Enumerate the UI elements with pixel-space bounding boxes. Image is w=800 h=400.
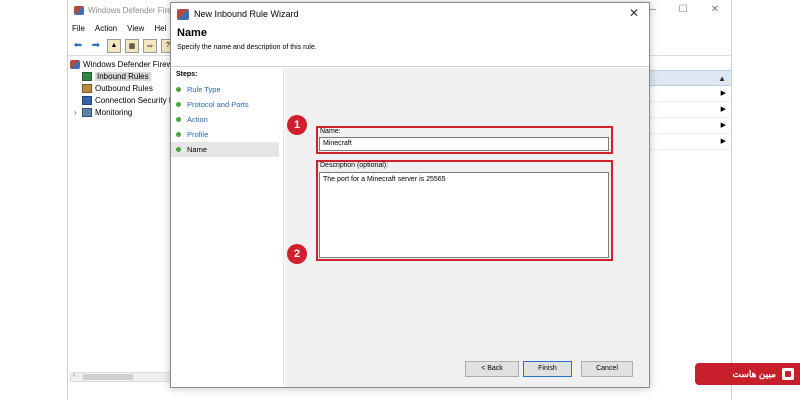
chevron-right-icon[interactable]: › [74, 108, 82, 117]
step-label: Action [187, 115, 208, 124]
finish-button[interactable]: Finish [523, 361, 572, 377]
maximize-button[interactable]: ☐ [667, 0, 699, 20]
step-protocol-and-ports[interactable]: Protocol and Ports [171, 97, 283, 112]
screen: Windows Defender Firev — ☐ ✕ File Action… [0, 0, 800, 400]
tree-item-label: Outbound Rules [95, 83, 153, 93]
menu-action[interactable]: Action [95, 24, 117, 33]
step-label: Name [187, 145, 208, 154]
show-hide-tree-icon[interactable]: ▦ [125, 38, 139, 53]
actions-pane: ▲ ▶ ▶ ▶ ▶ [642, 70, 731, 150]
steps-panel: Steps: Rule Type Protocol and Ports Acti… [171, 68, 284, 387]
tree-item-root[interactable]: Windows Defender Firew [70, 58, 175, 70]
tree-item-label: Windows Defender Firew [83, 59, 173, 69]
description-field[interactable]: The port for a Minecraft server is 25565 [319, 172, 609, 258]
step-label: Protocol and Ports [187, 100, 249, 109]
watermark-text: مبین هاست [732, 368, 776, 379]
step-name[interactable]: Name [171, 142, 279, 157]
wizard-title: New Inbound Rule Wizard [194, 9, 299, 19]
back-button[interactable]: < Back [465, 361, 519, 377]
outbound-rules-icon [82, 83, 92, 93]
brand-watermark: مبین هاست [695, 363, 800, 385]
cancel-button[interactable]: Cancel [581, 361, 633, 377]
action-item-arrow-icon[interactable]: ▶ [642, 134, 731, 150]
action-item-arrow-icon[interactable]: ▶ [642, 86, 731, 102]
steps-heading: Steps: [176, 71, 198, 78]
close-button[interactable]: ✕ [699, 0, 731, 20]
actions-collapse-icon[interactable]: ▲ [642, 70, 731, 86]
step-dot-icon [176, 87, 181, 92]
wizard-body: Steps: Rule Type Protocol and Ports Acti… [171, 68, 649, 387]
wizard-content: Name: Minecraft Description (optional): … [285, 68, 649, 387]
name-label: Name: [320, 128, 341, 135]
close-icon[interactable]: ✕ [629, 6, 639, 20]
export-icon[interactable]: ⇨ [143, 38, 157, 53]
console-tree: Windows Defender Firew Inbound Rules Out… [70, 58, 175, 118]
up-folder-icon[interactable]: ▲ [107, 38, 121, 53]
annotation-badge-1: 1 [287, 115, 307, 135]
step-action[interactable]: Action [171, 112, 283, 127]
tree-item-monitoring[interactable]: › Monitoring [70, 106, 175, 118]
scroll-left-icon[interactable]: ‹ [73, 372, 75, 379]
step-dot-icon [176, 147, 181, 152]
tree-item-label: Monitoring [95, 107, 133, 117]
tree-item-inbound-rules[interactable]: Inbound Rules [70, 70, 175, 82]
step-dot-icon [176, 102, 181, 107]
scrollbar-thumb[interactable] [83, 374, 133, 380]
step-profile[interactable]: Profile [171, 127, 283, 142]
new-inbound-rule-wizard: New Inbound Rule Wizard ✕ Name Specify t… [170, 2, 650, 388]
action-item-arrow-icon[interactable]: ▶ [642, 118, 731, 134]
back-arrow-icon[interactable]: ⬅ [71, 39, 85, 53]
menu-view[interactable]: View [127, 24, 144, 33]
step-dot-icon [176, 132, 181, 137]
brand-logo-icon [782, 368, 794, 380]
step-label: Rule Type [187, 85, 221, 94]
wizard-header: Name Specify the name and description of… [171, 25, 649, 67]
step-label: Profile [187, 130, 209, 139]
page-subtitle: Specify the name and description of this… [177, 44, 317, 51]
forward-arrow-icon[interactable]: ➡ [89, 39, 103, 53]
firewall-icon [70, 59, 80, 69]
firewall-icon [177, 8, 189, 20]
name-field[interactable]: Minecraft [319, 137, 609, 151]
tree-item-connection-security[interactable]: Connection Security R [70, 94, 175, 106]
wizard-titlebar: New Inbound Rule Wizard [171, 3, 649, 25]
inbound-rules-icon [82, 71, 92, 81]
action-item-arrow-icon[interactable]: ▶ [642, 102, 731, 118]
tree-item-label: Inbound Rules [95, 71, 151, 81]
step-dot-icon [176, 117, 181, 122]
menu-file[interactable]: File [72, 24, 85, 33]
tree-item-label: Connection Security R [95, 95, 175, 105]
annotation-badge-2: 2 [287, 244, 307, 264]
page-title: Name [177, 27, 207, 39]
monitoring-icon [82, 107, 92, 117]
step-rule-type[interactable]: Rule Type [171, 82, 283, 97]
console-title: Windows Defender Firev [88, 5, 176, 15]
connection-security-icon [82, 95, 92, 105]
firewall-icon [74, 5, 84, 15]
menu-help[interactable]: Hel [154, 24, 166, 33]
tree-item-outbound-rules[interactable]: Outbound Rules [70, 82, 175, 94]
description-label: Description (optional): [320, 162, 389, 169]
horizontal-scrollbar[interactable]: ‹ [70, 372, 180, 382]
